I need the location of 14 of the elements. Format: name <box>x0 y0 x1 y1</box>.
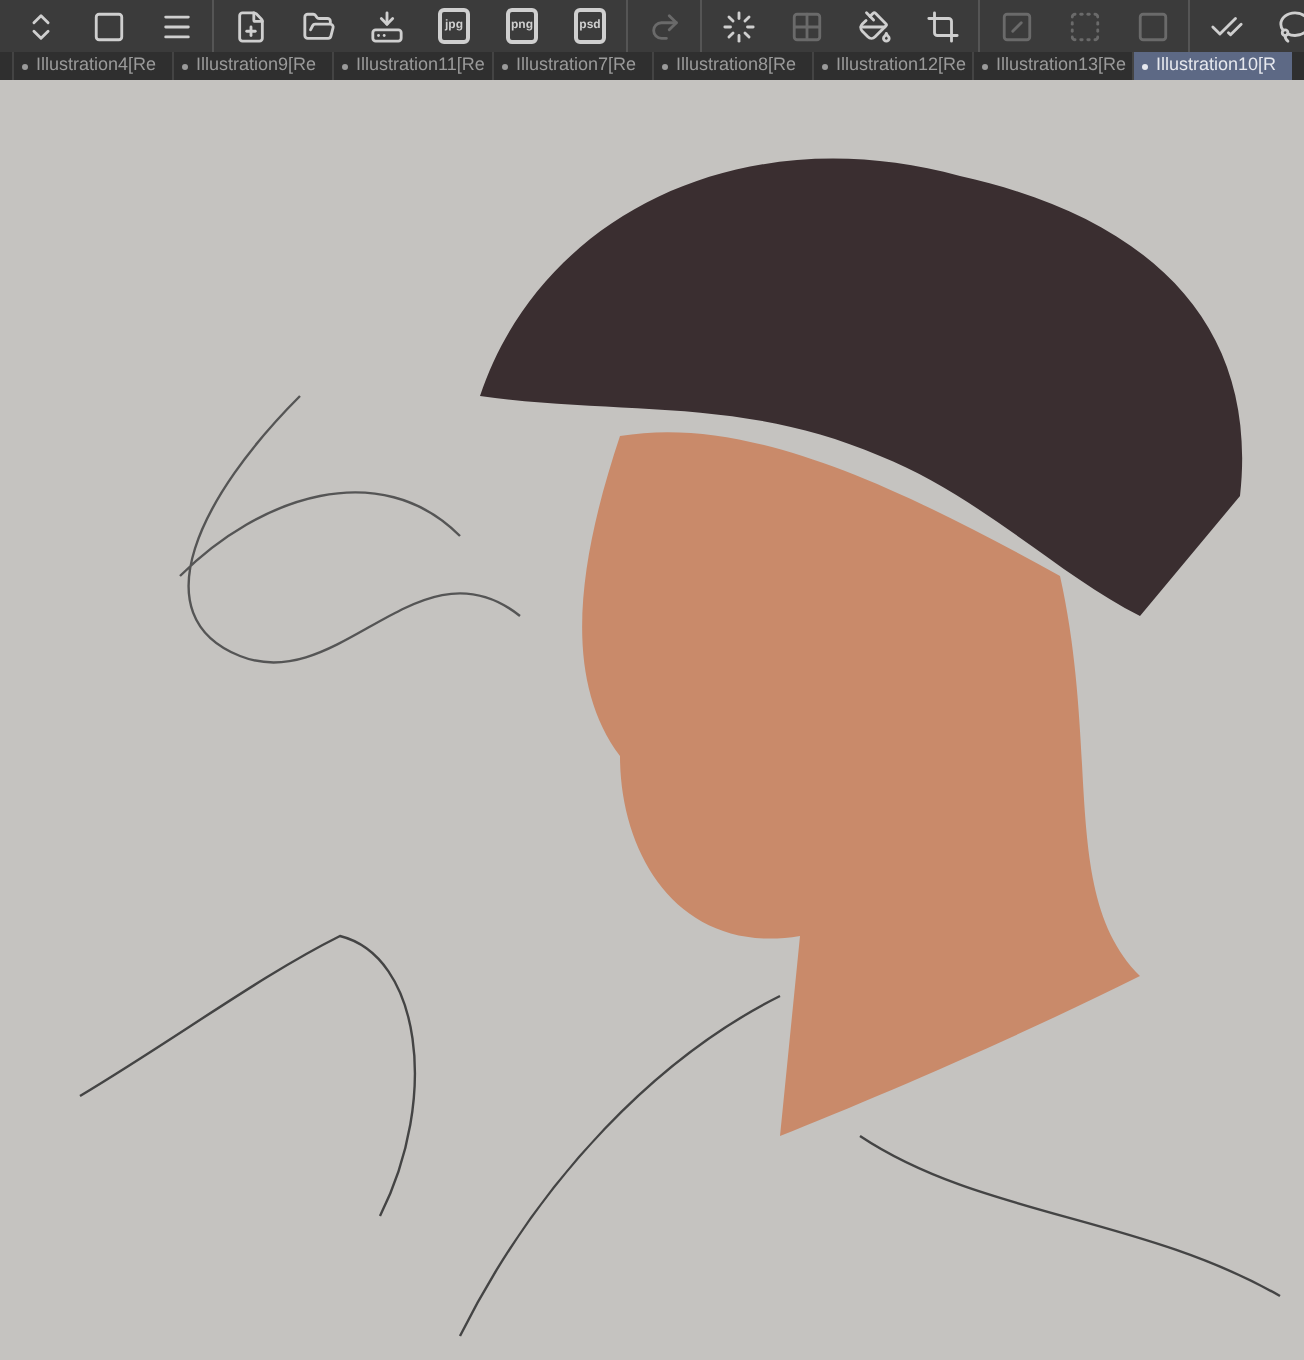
dashed-square-icon <box>1067 9 1101 43</box>
tray-download-icon <box>369 9 403 43</box>
crossed-square-icon <box>999 9 1033 43</box>
document-tab[interactable]: Illustration10[R <box>1132 52 1292 80</box>
paint-bucket-icon <box>857 9 891 43</box>
square-icon <box>1135 9 1169 43</box>
crop-icon <box>925 9 959 43</box>
grid-icon <box>789 9 823 43</box>
dotted-circle-icon <box>721 9 755 43</box>
new-file-icon <box>233 9 267 43</box>
redo-icon <box>647 9 681 43</box>
square-icon <box>91 9 125 43</box>
lasso-icon <box>1277 9 1304 43</box>
folder-icon <box>301 9 335 43</box>
